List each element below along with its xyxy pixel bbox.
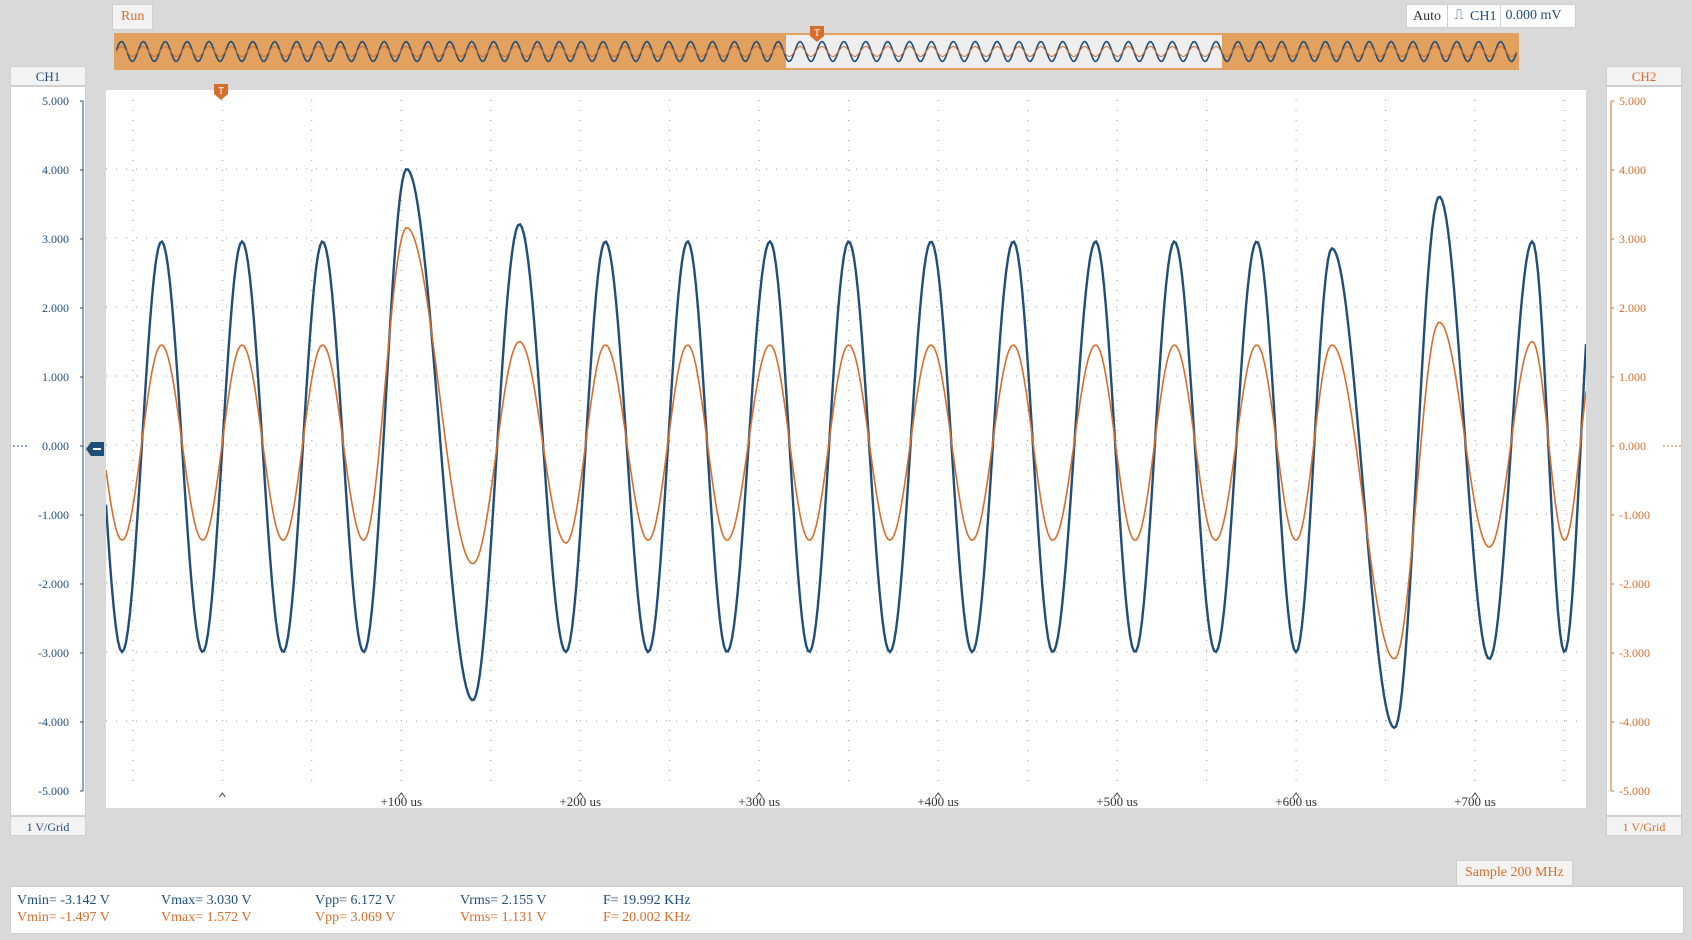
- y-tick-label: 5.000: [42, 94, 69, 108]
- ch2-vpp: Vpp= 3.069 V: [315, 910, 396, 925]
- y-tick-label: 3.000: [1619, 232, 1646, 246]
- ch1-ground-marker[interactable]: [86, 442, 104, 456]
- y-tick-label: -3.000: [1619, 646, 1650, 660]
- x-tick-label: +100 us: [380, 794, 422, 808]
- trigger-source[interactable]: CH1: [1466, 5, 1502, 27]
- x-tick-label: +500 us: [1096, 794, 1138, 808]
- y-tick-label: -2.000: [1619, 577, 1650, 591]
- y-tick-label: 3.000: [42, 232, 69, 246]
- x-axis-ticks: -0 us +100 us +200 us +300 us +400 us +500 us…: [210, 792, 1496, 821]
- y-tick-label: 4.000: [42, 163, 69, 177]
- ch1-vpp: Vpp= 6.172 V: [315, 893, 396, 908]
- ch1-frequency: F= 19.992 KHz: [603, 893, 691, 908]
- y-tick-label: 1.000: [1619, 370, 1646, 384]
- x-tick-label: +300 us: [738, 794, 780, 808]
- x-tick-label: +200 us: [559, 794, 601, 808]
- x-tick-label: -0 us: [210, 806, 236, 808]
- x-tick-label: +400 us: [917, 794, 959, 808]
- y-tick-label: -3.000: [38, 646, 69, 660]
- ch2-vmax: Vmax= 1.572 V: [161, 910, 252, 925]
- y-tick-label: -2.000: [38, 577, 69, 591]
- y-tick-label: 5.000: [1619, 94, 1646, 108]
- overview-trigger-marker[interactable]: T: [810, 26, 824, 42]
- ch2-scale-axis[interactable]: 5.000 4.000 3.000 2.000 1.000 0.000 -1.000 -2.0…: [1606, 86, 1682, 816]
- ch1-vmax: Vmax= 3.030 V: [161, 893, 252, 908]
- ch2-label[interactable]: CH2: [1606, 66, 1682, 86]
- trigger-mode[interactable]: Auto: [1407, 5, 1448, 27]
- y-tick-label: -4.000: [38, 715, 69, 729]
- plot-svg: -0 us +100 us +200 us +300 us +400 us +500 us…: [104, 100, 1588, 821]
- ch2-waveform: [105, 226, 1587, 660]
- sample-rate[interactable]: Sample 200 MHz: [1456, 860, 1573, 886]
- ch2-axis-svg: 5.000 4.000 3.000 2.000 1.000 0.000 -1.000 -2.0…: [1610, 94, 1681, 798]
- overview-trigger-letter: T: [814, 28, 820, 39]
- y-tick-label: 2.000: [1619, 301, 1646, 315]
- run-button[interactable]: Run: [112, 4, 154, 30]
- y-tick-label: -5.000: [1619, 784, 1650, 798]
- plot-grid: [106, 100, 1586, 790]
- ch1-axis-svg: 5.000 4.000 3.000 2.000 1.000 0.000 -1.000 -2.0…: [13, 94, 84, 798]
- y-tick-label: 4.000: [1619, 163, 1646, 177]
- ch2-vmin: Vmin= -1.497 V: [17, 910, 110, 925]
- y-tick-label: -1.000: [38, 508, 69, 522]
- ch1-scale-axis[interactable]: 5.000 4.000 3.000 2.000 1.000 0.000 -1.000 -2.0…: [10, 86, 86, 816]
- ch1-waveform: [104, 168, 1588, 730]
- ch2-frequency: F= 20.002 KHz: [603, 910, 691, 925]
- ch1-label[interactable]: CH1: [10, 66, 86, 86]
- trigger-position-marker[interactable]: T: [214, 84, 228, 100]
- measurements-panel: Vmin= -3.142 V Vmax= 3.030 V Vpp= 6.172 …: [10, 886, 1684, 934]
- x-tick-label: +600 us: [1275, 794, 1317, 808]
- ch2-volts-per-grid[interactable]: 1 V/Grid: [1606, 816, 1682, 836]
- y-tick-label: -4.000: [1619, 715, 1650, 729]
- y-tick-label: 2.000: [42, 301, 69, 315]
- y-tick-label: 0.000: [42, 439, 69, 453]
- y-tick-label: 0.000: [1619, 439, 1646, 453]
- ch1-vrms: Vrms= 2.155 V: [460, 893, 547, 908]
- y-tick-label: -5.000: [38, 784, 69, 798]
- trigger-level[interactable]: 0.000 mV: [1501, 4, 1565, 28]
- ch2-vrms: Vrms= 1.131 V: [460, 910, 547, 925]
- ch1-volts-per-grid[interactable]: 1 V/Grid: [10, 816, 86, 836]
- x-tick-label: +700 us: [1454, 794, 1496, 808]
- rising-edge-icon[interactable]: ⎍: [1452, 8, 1466, 24]
- ch1-vmin: Vmin= -3.142 V: [17, 893, 110, 908]
- y-tick-label: -1.000: [1619, 508, 1650, 522]
- waveform-plot[interactable]: -0 us +100 us +200 us +300 us +400 us +500 us…: [104, 90, 1588, 821]
- trigger-marker-letter: T: [218, 86, 224, 97]
- y-tick-label: 1.000: [42, 370, 69, 384]
- x-tick-mark: [218, 792, 226, 798]
- trigger-settings[interactable]: Auto ⎍ CH1 0.000 mV: [1406, 4, 1576, 28]
